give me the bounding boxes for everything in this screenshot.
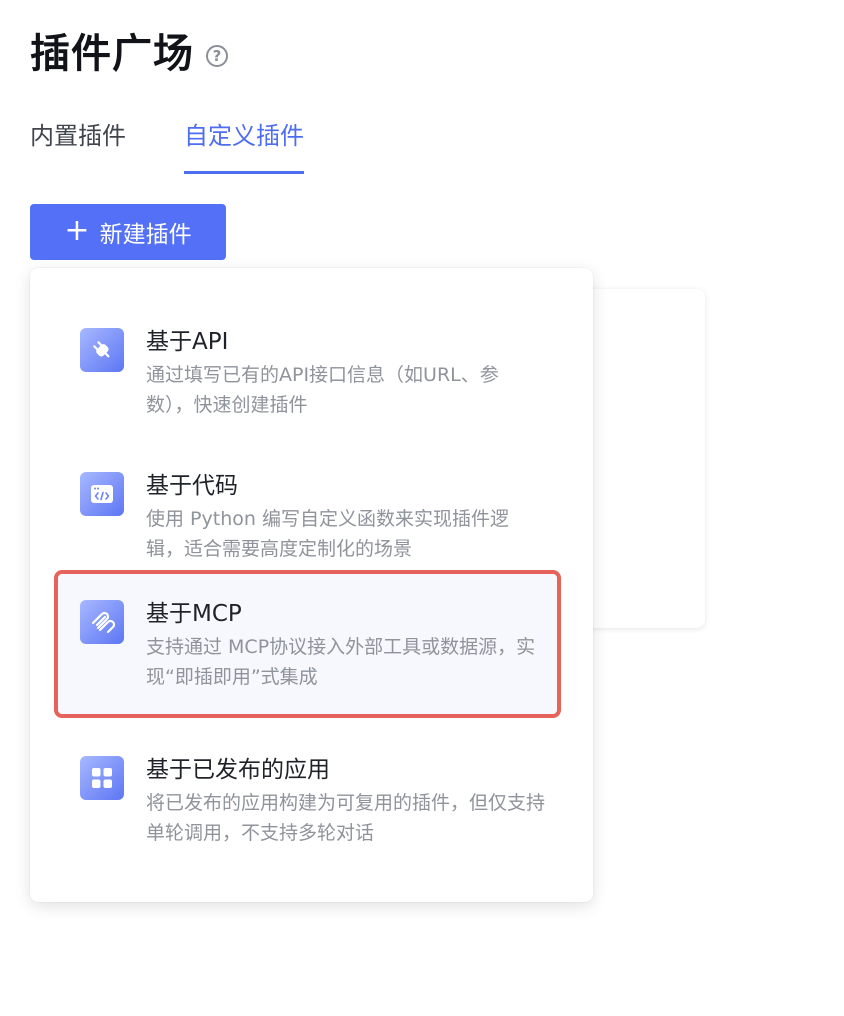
- help-icon[interactable]: ?: [206, 45, 228, 67]
- new-plugin-dropdown: 基于API 通过填写已有的API接口信息（如URL、参数），快速创建插件 基于代…: [30, 268, 593, 902]
- tab-custom-plugins[interactable]: 自定义插件: [184, 118, 304, 174]
- new-plugin-label: 新建插件: [99, 222, 192, 248]
- menu-item-description: 使用 Python 编写自定义函数来实现插件逻辑，适合需要高度定制化的场景: [146, 508, 509, 560]
- new-plugin-button[interactable]: + 新建插件: [30, 204, 226, 260]
- menu-item-title: 基于代码: [146, 473, 238, 499]
- plus-icon: +: [64, 212, 90, 248]
- apps-grid-icon: [80, 756, 124, 800]
- tab-bar: 内置插件 自定义插件: [30, 118, 362, 174]
- code-icon: [80, 472, 124, 516]
- page-header: 插件广场 ?: [30, 30, 228, 78]
- menu-item-title: 基于已发布的应用: [146, 757, 330, 783]
- menu-item-description: 将已发布的应用构建为可复用的插件，但仅支持单轮调用，不支持多轮对话: [146, 792, 546, 844]
- menu-item-description: 支持通过 MCP协议接入外部工具或数据源，实现“即插即用”式集成: [146, 636, 536, 688]
- menu-item-title: 基于MCP: [146, 601, 242, 627]
- menu-item-code[interactable]: 基于代码 使用 Python 编写自定义函数来实现插件逻辑，适合需要高度定制化的…: [54, 442, 561, 590]
- menu-item-mcp[interactable]: 基于MCP 支持通过 MCP协议接入外部工具或数据源，实现“即插即用”式集成: [54, 570, 561, 718]
- plug-icon: [80, 328, 124, 372]
- menu-item-published-app[interactable]: 基于已发布的应用 将已发布的应用构建为可复用的插件，但仅支持单轮调用，不支持多轮…: [54, 726, 561, 874]
- tab-builtin-plugins[interactable]: 内置插件: [30, 118, 126, 174]
- page-title: 插件广场: [30, 31, 194, 77]
- mcp-icon: [80, 600, 124, 644]
- menu-item-api[interactable]: 基于API 通过填写已有的API接口信息（如URL、参数），快速创建插件: [54, 298, 561, 446]
- menu-item-description: 通过填写已有的API接口信息（如URL、参数），快速创建插件: [146, 364, 499, 416]
- menu-item-title: 基于API: [146, 329, 229, 355]
